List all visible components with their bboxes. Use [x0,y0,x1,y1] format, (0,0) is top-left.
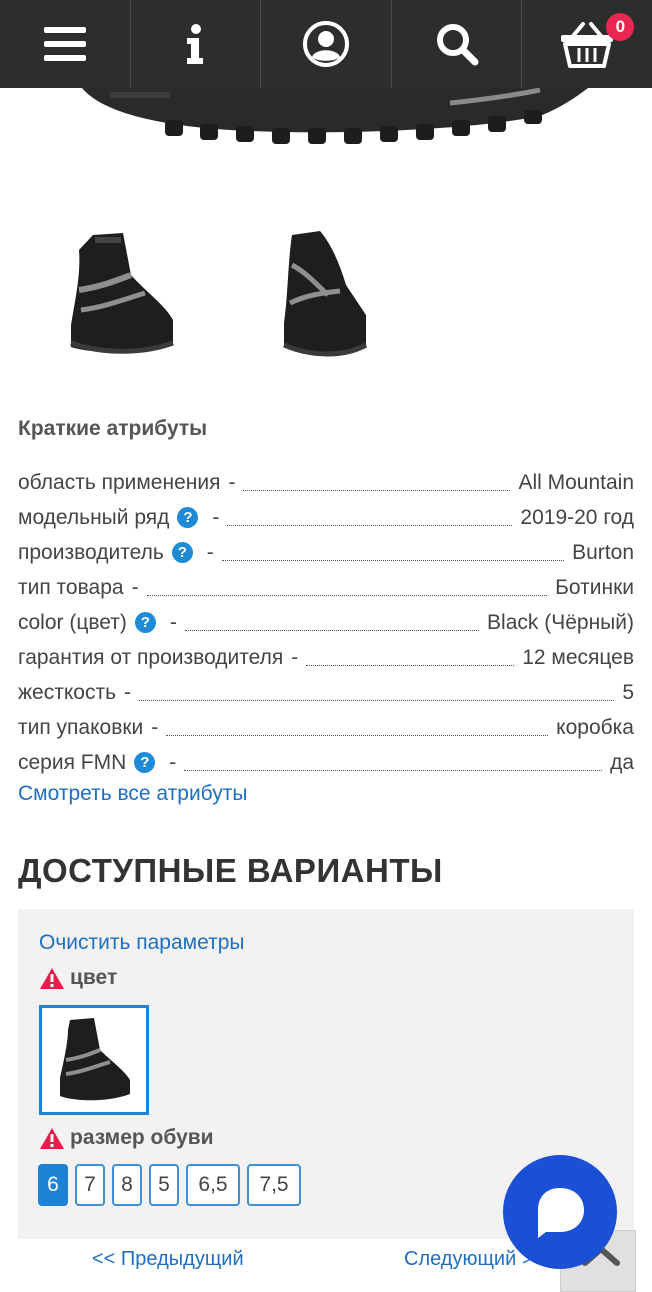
attribute-dash: - [169,750,177,774]
dotted-leader [243,490,511,491]
attribute-value: 5 [622,680,634,704]
boot-swatch-image [60,1018,130,1101]
attribute-value: 2019-20 год [520,505,634,529]
size-options: 6 7 8 5 6,5 7,5 [38,1164,301,1206]
variants-heading: ДОСТУПНЫЕ ВАРИАНТЫ [18,852,443,889]
warning-icon [40,967,64,989]
attribute-dash: - [169,610,177,634]
attributes-heading: Краткие атрибуты [18,417,208,440]
warning-icon [40,1127,64,1149]
size-option-7[interactable]: 7 [75,1164,105,1206]
cart-count-badge: 0 [606,13,635,41]
dotted-leader [184,630,480,631]
chat-bubble-icon [538,1188,584,1238]
cart-button[interactable]: 0 [522,0,652,88]
color-option-label: цвет [39,966,117,990]
size-option-6-5[interactable]: 6,5 [186,1164,240,1206]
attribute-row-usage: область применения - All Mountain [18,465,634,500]
dotted-leader [139,700,615,701]
info-button[interactable] [131,0,262,88]
size-option-8[interactable]: 8 [112,1164,142,1206]
chat-button[interactable] [503,1155,617,1269]
attribute-row-model-year: модельный ряд ? - 2019-20 год [18,500,634,535]
attribute-label: область применения [18,470,221,494]
size-option-5[interactable]: 5 [149,1164,179,1206]
attribute-dash: - [131,575,139,599]
help-icon[interactable]: ? [177,507,199,528]
attribute-row-warranty: гарантия от производителя - 12 месяцев [18,640,634,675]
search-button[interactable] [392,0,523,88]
attribute-dash: - [228,470,236,494]
dotted-leader [227,525,513,526]
attribute-row-manufacturer: производитель ? - Burton [18,535,634,570]
view-all-attributes-link[interactable]: Смотреть все атрибуты [18,782,247,806]
color-swatch-black[interactable] [39,1005,149,1115]
previous-product-link[interactable]: << Предыдущий [92,1248,244,1271]
attribute-dash: - [124,680,132,704]
size-label-text: размер обуви [70,1126,214,1149]
color-label-text: цвет [70,966,118,989]
attribute-value: коробка [556,715,634,739]
dotted-leader [146,595,548,596]
dotted-leader [221,560,565,561]
top-nav-bar: 0 [0,0,652,88]
attribute-value: Burton [572,540,634,564]
search-icon [436,24,479,66]
product-thumbnail-2[interactable] [262,215,412,370]
info-icon [187,24,204,64]
attribute-row-stiffness: жесткость - 5 [18,675,634,710]
dotted-leader [306,665,515,666]
attribute-label: color (цвет) [18,610,127,634]
attribute-label: тип товара [18,575,124,599]
dotted-leader [166,735,549,736]
product-thumbnail-1[interactable] [45,215,195,370]
help-icon[interactable]: ? [134,612,156,633]
attribute-row-product-type: тип товара - Ботинки [18,570,634,605]
attribute-dash: - [212,505,220,529]
hamburger-icon [43,27,86,61]
clear-parameters-link[interactable]: Очистить параметры [39,931,244,955]
attribute-row-color: color (цвет) ? - Black (Чёрный) [18,605,634,640]
attribute-row-fmn-series: серия FMN ? - да [18,745,634,780]
size-option-label: размер обуви [39,1126,214,1150]
attribute-value: All Mountain [518,470,634,494]
attribute-dash: - [291,645,299,669]
attribute-dash: - [151,715,159,739]
attribute-label: тип упаковки [18,715,144,739]
attribute-row-packaging: тип упаковки - коробка [18,710,634,745]
account-button[interactable] [261,0,392,88]
product-main-image [82,88,588,144]
attribute-value: 12 месяцев [522,645,634,669]
next-product-link[interactable]: Следующий > [404,1248,534,1271]
dotted-leader [184,770,603,771]
attribute-label: производитель [18,540,164,564]
attribute-value: да [610,750,634,774]
attribute-value: Ботинки [555,575,634,599]
attribute-value: Black (Чёрный) [487,610,634,634]
attribute-label: гарантия от производителя [18,645,284,669]
attribute-label: серия FMN [18,750,127,774]
attribute-dash: - [206,540,214,564]
size-option-6[interactable]: 6 [38,1164,68,1206]
user-icon [302,21,349,67]
help-icon[interactable]: ? [171,542,193,563]
help-icon[interactable]: ? [134,752,156,773]
menu-button[interactable] [0,0,131,88]
attributes-list: область применения - All Mountain модель… [18,465,634,780]
size-option-7-5[interactable]: 7,5 [247,1164,301,1206]
attribute-label: жесткость [18,680,117,704]
attribute-label: модельный ряд [18,505,170,529]
